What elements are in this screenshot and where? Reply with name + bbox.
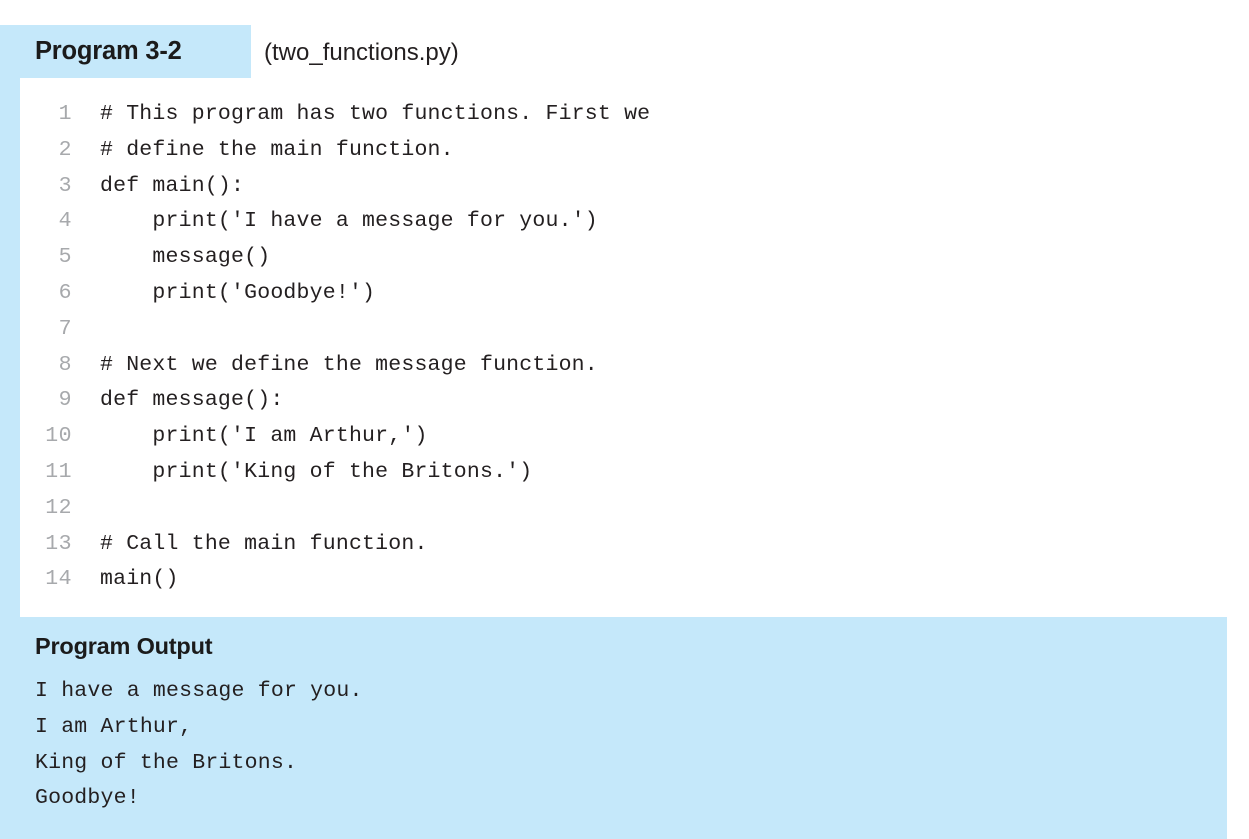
- code-line: 2 # define the main function.: [20, 138, 1227, 174]
- code-line-number: 11: [45, 459, 72, 484]
- program-output-panel: Program Output I have a message for you.…: [0, 617, 1227, 839]
- code-line-number: 6: [58, 280, 72, 305]
- code-line-text: # Next we define the message function.: [100, 352, 598, 377]
- code-line: 13 # Call the main function.: [20, 532, 1227, 568]
- code-line: 14 main(): [20, 567, 1227, 603]
- code-line-number: 2: [58, 137, 72, 162]
- code-line: 7: [20, 317, 1227, 353]
- code-line-number: 1: [58, 102, 72, 126]
- code-line: 12: [20, 496, 1227, 532]
- code-line-number: 4: [58, 209, 72, 234]
- code-line: 4 print('I have a message for you.'): [20, 209, 1227, 245]
- code-line-number: 12: [45, 495, 72, 520]
- code-line-text: def message():: [100, 388, 284, 413]
- code-line-number: 9: [58, 388, 72, 413]
- code-line-number: 5: [58, 245, 72, 270]
- program-output-line: I am Arthur,: [35, 714, 193, 739]
- code-line-number: 3: [58, 173, 72, 198]
- code-line-text: print('I have a message for you.'): [100, 209, 598, 234]
- code-line-number: 14: [45, 567, 72, 592]
- code-line-text: def main():: [100, 173, 245, 198]
- program-title: Program 3-2: [35, 37, 182, 65]
- code-line-text: print('Goodbye!'): [100, 280, 376, 305]
- code-line: 1 # This program has two functions. First…: [20, 102, 1227, 138]
- code-line-number: 7: [58, 316, 72, 341]
- code-line-number: 8: [58, 352, 72, 377]
- code-listing: 1 # This program has two functions. First…: [20, 78, 1227, 613]
- code-line: 10 print('I am Arthur,'): [20, 424, 1227, 460]
- code-line-text: print('King of the Britons.'): [100, 459, 533, 484]
- code-line-number: 10: [45, 424, 72, 449]
- program-header: Program 3-2 (two_functions.py): [0, 25, 1249, 78]
- code-line-text: # define the main function.: [100, 137, 454, 162]
- code-line-text: # This program has two functions. First …: [100, 102, 651, 126]
- code-line-text: print('I am Arthur,'): [100, 424, 428, 449]
- code-line: 3 def main():: [20, 174, 1227, 210]
- code-line: 8 # Next we define the message function.: [20, 353, 1227, 389]
- program-output-title: Program Output: [35, 633, 213, 659]
- program-output-line: I have a message for you.: [35, 679, 363, 703]
- code-line-number: 13: [45, 531, 72, 556]
- code-line-text: message(): [100, 245, 271, 270]
- program-filename: (two_functions.py): [264, 39, 459, 66]
- code-line: 11 print('King of the Britons.'): [20, 460, 1227, 496]
- code-line: 9 def message():: [20, 388, 1227, 424]
- program-output-line: Goodbye!: [35, 786, 140, 811]
- code-line: 6 print('Goodbye!'): [20, 281, 1227, 317]
- program-output-line: King of the Britons.: [35, 750, 298, 775]
- code-line-text: # Call the main function.: [100, 531, 428, 556]
- code-line: 5 message(): [20, 245, 1227, 281]
- code-line-text: main(): [100, 567, 179, 592]
